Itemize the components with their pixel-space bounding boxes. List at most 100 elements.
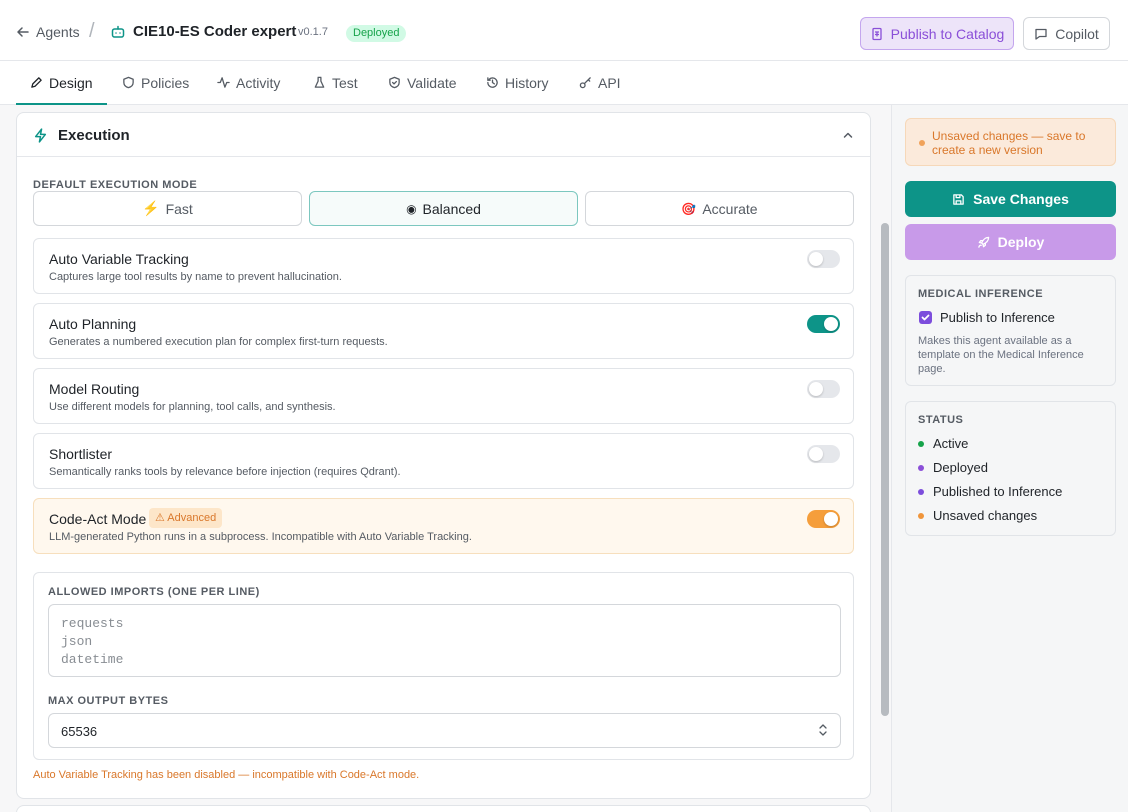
radio-selected-icon: ◉: [406, 201, 417, 216]
code-act-settings: ALLOWED IMPORTS (ONE PER LINE) requests …: [33, 572, 854, 760]
bolt-glyph-icon: ⚡: [142, 200, 160, 216]
tab-design[interactable]: Design: [16, 61, 107, 105]
warning-dot-icon: [919, 140, 925, 146]
shield-check-icon: [389, 76, 400, 89]
status-item: Unsaved changes: [918, 508, 1037, 523]
status-item: Active: [918, 436, 968, 451]
status-header: STATUS: [918, 414, 964, 426]
tab-api[interactable]: API: [579, 61, 621, 104]
tab-label: API: [598, 74, 621, 91]
deploy-button[interactable]: Deploy: [905, 224, 1116, 260]
max-output-bytes-value: 65536: [61, 724, 98, 739]
code-act-warning: Auto Variable Tracking has been disabled…: [33, 769, 420, 781]
status-dot-icon: [918, 512, 924, 519]
pencil-icon: [31, 77, 42, 88]
tab-validate[interactable]: Validate: [388, 61, 457, 104]
back-label: Agents: [36, 24, 80, 40]
tab-label: Design: [49, 74, 93, 91]
medical-inference-header: MEDICAL INFERENCE: [918, 288, 1044, 300]
section-title: Execution: [58, 127, 130, 144]
robot-icon: [111, 25, 125, 38]
status-label: Active: [933, 436, 969, 451]
back-to-agents-link[interactable]: Agents: [16, 24, 80, 40]
toggle-row-code-act-mode: Code-Act Mode ⚠ Advanced LLM-generated P…: [33, 498, 854, 554]
deploy-label: Deploy: [997, 234, 1045, 250]
allowed-imports-label: ALLOWED IMPORTS (ONE PER LINE): [48, 586, 260, 598]
scrollbar-thumb[interactable]: [881, 223, 889, 716]
max-output-bytes-input[interactable]: 65536: [48, 713, 841, 748]
target-icon: 🎯: [681, 201, 697, 216]
number-stepper-icon[interactable]: [818, 723, 828, 737]
agent-title: CIE10-ES Coder expert: [133, 23, 297, 40]
toggle-description: Semantically ranks tools by relevance be…: [49, 466, 401, 478]
auto-variable-tracking-switch[interactable]: [807, 250, 840, 268]
copilot-button[interactable]: Copilot: [1023, 17, 1110, 50]
tab-label: Policies: [141, 74, 190, 91]
rocket-icon: [977, 236, 989, 248]
status-item: Published to Inference: [918, 484, 1062, 499]
save-icon: [953, 193, 964, 205]
publish-label: Publish to Catalog: [890, 25, 1005, 42]
inference-description: Makes this agent available as a template…: [918, 335, 1084, 375]
tab-label: Activity: [236, 74, 281, 91]
toggle-row-model-routing: Model Routing Use different models for p…: [33, 368, 854, 424]
tab-bar: Design Policies Activity Test Validate H…: [0, 61, 1128, 105]
toggle-name: Auto Variable Tracking: [49, 251, 189, 267]
toggle-name: Shortlister: [49, 446, 113, 462]
chevron-up-icon[interactable]: [842, 129, 854, 141]
model-routing-switch[interactable]: [807, 380, 840, 398]
checkmark-icon: [921, 314, 930, 321]
advanced-badge: ⚠ Advanced: [149, 508, 223, 528]
history-icon: [487, 77, 498, 88]
toggle-name: Model Routing: [49, 381, 140, 397]
copilot-label: Copilot: [1055, 25, 1099, 42]
mode-balanced-button[interactable]: ◉ Balanced: [309, 191, 578, 226]
publish-to-inference-label[interactable]: Publish to Inference: [940, 310, 1055, 325]
tab-label: Validate: [407, 74, 457, 91]
execution-card-header[interactable]: Execution: [17, 113, 870, 157]
execution-mode-label: DEFAULT EXECUTION MODE: [33, 179, 198, 191]
publish-to-catalog-button[interactable]: Publish to Catalog: [860, 17, 1014, 50]
status-dot-icon: [918, 440, 924, 447]
status-dot-icon: [918, 488, 924, 495]
status-label: Deployed: [933, 460, 988, 475]
arrow-left-icon: [17, 27, 29, 37]
allowed-imports-textarea[interactable]: requests json datetime: [48, 604, 841, 677]
mode-label: Fast: [165, 200, 193, 217]
toggle-description: LLM-generated Python runs in a subproces…: [49, 531, 472, 543]
shield-icon: [123, 76, 134, 89]
key-icon: [579, 77, 591, 89]
toggle-row-auto-planning: Auto Planning Generates a numbered execu…: [33, 303, 854, 359]
save-changes-button[interactable]: Save Changes: [905, 181, 1116, 217]
tab-history[interactable]: History: [486, 61, 549, 104]
status-dot-icon: [918, 464, 924, 471]
bolt-icon: [34, 128, 47, 143]
main-content: Execution DEFAULT EXECUTION MODE ⚡ Fast …: [0, 105, 891, 812]
status-item: Deployed: [918, 460, 988, 475]
tab-activity[interactable]: Activity: [217, 61, 280, 104]
toggle-row-auto-variable-tracking: Auto Variable Tracking Captures large to…: [33, 238, 854, 294]
next-section-card: [16, 805, 871, 812]
flask-icon: [314, 76, 325, 88]
toggle-description: Captures large tool results by name to p…: [49, 271, 342, 283]
mode-accurate-button[interactable]: 🎯 Accurate: [585, 191, 854, 226]
status-label: Unsaved changes: [933, 508, 1038, 523]
breadcrumb-separator: /: [89, 20, 95, 42]
status-label: Published to Inference: [933, 484, 1063, 499]
top-header: Agents / CIE10-ES Coder expert v0.1.7 De…: [0, 0, 1128, 61]
auto-planning-switch[interactable]: [807, 315, 840, 333]
tab-label: History: [505, 74, 549, 91]
shortlister-switch[interactable]: [807, 445, 840, 463]
toggle-row-shortlister: Shortlister Semantically ranks tools by …: [33, 433, 854, 489]
status-badge: Deployed: [346, 25, 407, 42]
tab-test[interactable]: Test: [313, 61, 358, 104]
mode-fast-button[interactable]: ⚡ Fast: [33, 191, 302, 226]
tab-label: Test: [332, 74, 358, 91]
publish-to-inference-checkbox[interactable]: [919, 311, 932, 324]
tab-policies[interactable]: Policies: [122, 61, 189, 104]
execution-card: Execution DEFAULT EXECUTION MODE ⚡ Fast …: [16, 112, 871, 799]
toggle-description: Generates a numbered execution plan for …: [49, 336, 388, 348]
code-act-mode-switch[interactable]: [807, 510, 840, 528]
catalog-icon: [872, 27, 882, 40]
version-label: v0.1.7: [298, 26, 328, 38]
